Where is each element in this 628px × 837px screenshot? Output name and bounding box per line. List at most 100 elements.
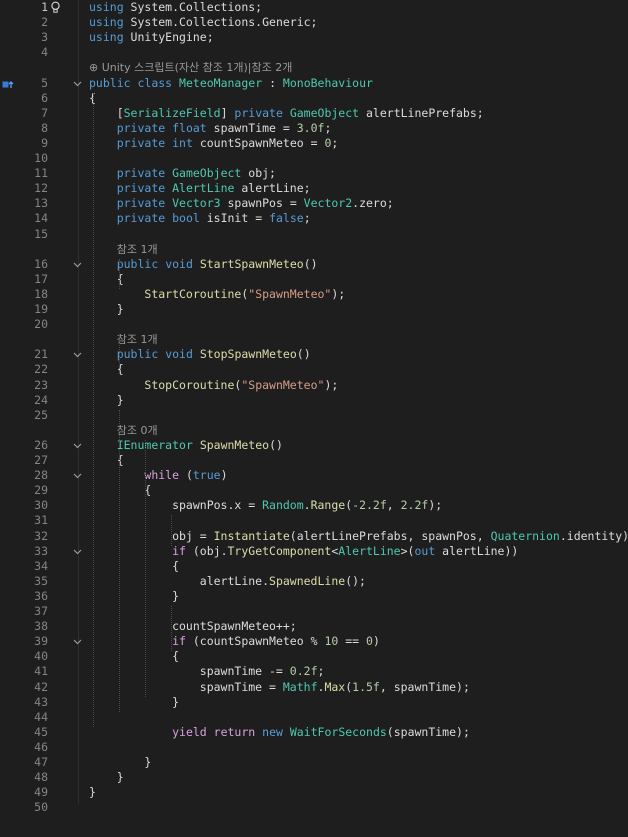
line-number: 23	[34, 377, 48, 392]
code-line[interactable]: 46	[0, 740, 628, 755]
chevron-down-icon[interactable]	[70, 76, 84, 92]
code-line[interactable]: 27 {	[0, 453, 628, 468]
code-line[interactable]: 2 using System.Collections.Generic;	[0, 15, 628, 30]
code-line[interactable]: 19 }	[0, 302, 628, 317]
class-definition-icon[interactable]	[2, 79, 14, 89]
indent-guide	[171, 606, 172, 652]
code-line[interactable]: 47 }	[0, 755, 628, 770]
code-line[interactable]: 10	[0, 151, 628, 166]
code-line[interactable]: 29 {	[0, 483, 628, 498]
code-line[interactable]: 22 {	[0, 362, 628, 377]
line-number: 7	[41, 105, 48, 120]
line-number: 45	[34, 724, 48, 739]
code-text: }	[89, 392, 124, 407]
line-number: 11	[34, 166, 48, 181]
code-line[interactable]: 39 if (countSpawnMeteo % 10 == 0)	[0, 634, 628, 649]
code-line[interactable]: 21 public void StopSpawnMeteo()	[0, 347, 628, 362]
line-number: 26	[34, 437, 48, 452]
code-line[interactable]: 5 public class MeteoManager : MonoBehavio…	[0, 76, 628, 91]
line-number: 27	[34, 453, 48, 467]
code-line[interactable]: 31	[0, 513, 628, 528]
line-number: 36	[34, 588, 48, 603]
code-line[interactable]: 20	[0, 317, 628, 332]
code-line[interactable]: 7 [SerializeField] private GameObject al…	[0, 106, 628, 121]
codelens-row: 참조 1개	[0, 332, 628, 347]
lightbulb-icon[interactable]	[50, 1, 61, 14]
indent-guide	[119, 409, 120, 712]
code-line[interactable]: 3 using UnityEngine;	[0, 30, 628, 45]
code-line[interactable]: 38 countSpawnMeteo++;	[0, 619, 628, 634]
code-line[interactable]: 26 IEnumerator SpawnMeteo()	[0, 438, 628, 453]
indent-guide	[119, 258, 120, 289]
code-text: }	[89, 770, 124, 785]
codelens-references[interactable]: Unity 스크립트(자산 참조 1개)|참조 2개	[102, 61, 293, 74]
code-text: using System.Collections;	[89, 0, 263, 14]
codelens-references[interactable]: 참조 1개	[117, 333, 158, 346]
code-text: private bool isInit = false;	[116, 211, 311, 226]
code-line[interactable]: 32 obj = Instantiate(alertLinePrefabs, s…	[0, 529, 628, 544]
code-line[interactable]: 24 }	[0, 393, 628, 408]
line-number: 41	[34, 664, 48, 679]
code-line[interactable]: 36 }	[0, 589, 628, 604]
code-line[interactable]: 44	[0, 710, 628, 725]
code-text: yield return new WaitForSeconds(spawnTim…	[172, 724, 470, 739]
codelens-references[interactable]: 참조 0개	[117, 424, 158, 437]
code-line[interactable]: 40 {	[0, 649, 628, 664]
code-line[interactable]: 14 private bool isInit = false;	[0, 211, 628, 226]
code-line[interactable]: 37	[0, 604, 628, 619]
code-line[interactable]: 23 StopCoroutine("SpawnMeteo");	[0, 378, 628, 393]
chevron-down-icon[interactable]	[70, 468, 84, 484]
code-line[interactable]: 8 private float spawnTime = 3.0f;	[0, 121, 628, 136]
line-number: 22	[34, 362, 48, 377]
line-number: 48	[34, 770, 48, 785]
codelens-row: 참조 0개	[0, 423, 628, 438]
code-text: private GameObject obj;	[116, 166, 276, 181]
code-text: {	[89, 558, 180, 573]
line-number: 38	[34, 619, 48, 634]
code-line[interactable]: 50	[0, 800, 628, 815]
indent-guide	[145, 439, 146, 697]
code-line[interactable]: 41 spawnTime -= 0.2f;	[0, 664, 628, 679]
code-line[interactable]: 35 alertLine.SpawnedLine();	[0, 574, 628, 589]
code-line[interactable]: 25	[0, 408, 628, 423]
code-line[interactable]: 17 {	[0, 272, 628, 287]
code-line[interactable]: 34 {	[0, 559, 628, 574]
chevron-down-icon[interactable]	[70, 634, 84, 650]
code-line[interactable]: 12 private AlertLine alertLine;	[0, 181, 628, 196]
chevron-down-icon[interactable]	[70, 347, 84, 363]
code-text: {	[89, 362, 124, 377]
line-number: 24	[34, 392, 48, 407]
code-line[interactable]: 42 spawnTime = Mathf.Max(1.5f, spawnTime…	[0, 680, 628, 695]
code-text: spawnTime = Mathf.Max(1.5f, spawnTime);	[89, 679, 470, 694]
code-line[interactable]: 28 while (true)	[0, 468, 628, 483]
code-line[interactable]: 6{	[0, 91, 628, 106]
code-line[interactable]: 30 spawnPos.x = Random.Range(-2.2f, 2.2f…	[0, 498, 628, 513]
code-line[interactable]: 4	[0, 45, 628, 60]
code-line[interactable]: 9 private int countSpawnMeteo = 0;	[0, 136, 628, 151]
line-number: 34	[34, 558, 48, 573]
codelens-references[interactable]: 참조 1개	[117, 243, 158, 256]
code-line[interactable]: 15	[0, 227, 628, 242]
code-line[interactable]: 43 }	[0, 695, 628, 710]
code-text: using System.Collections.Generic;	[89, 15, 318, 30]
chevron-down-icon[interactable]	[70, 438, 84, 454]
code-line[interactable]: 48 }	[0, 770, 628, 785]
code-line[interactable]: 18 StartCoroutine("SpawnMeteo");	[0, 287, 628, 302]
chevron-down-icon[interactable]	[70, 257, 84, 273]
code-text: public class MeteoManager : MonoBehaviou…	[89, 75, 373, 90]
line-number: 10	[34, 151, 48, 165]
code-line[interactable]: 33 if (obj.TryGetComponent<AlertLine>(ou…	[0, 544, 628, 559]
line-number: 15	[34, 226, 48, 241]
code-line[interactable]: 11 private GameObject obj;	[0, 166, 628, 181]
code-text: private float spawnTime = 3.0f;	[116, 120, 332, 135]
code-line[interactable]: 1 using System.Collections;	[0, 0, 628, 15]
code-line[interactable]: 13 private Vector3 spawnPos = Vector2.ze…	[0, 196, 628, 211]
code-line[interactable]: 45 yield return new WaitForSeconds(spawn…	[0, 725, 628, 740]
code-text: countSpawnMeteo++;	[89, 619, 297, 634]
chevron-down-icon[interactable]	[70, 544, 84, 560]
code-line[interactable]: 16 public void StartSpawnMeteo()	[0, 257, 628, 272]
line-number: 18	[34, 286, 48, 301]
code-line[interactable]: 49}	[0, 785, 628, 800]
code-editor[interactable]: 1 using System.Collections; 2 using System.…	[0, 0, 628, 837]
code-text: using UnityEngine;	[89, 30, 214, 45]
